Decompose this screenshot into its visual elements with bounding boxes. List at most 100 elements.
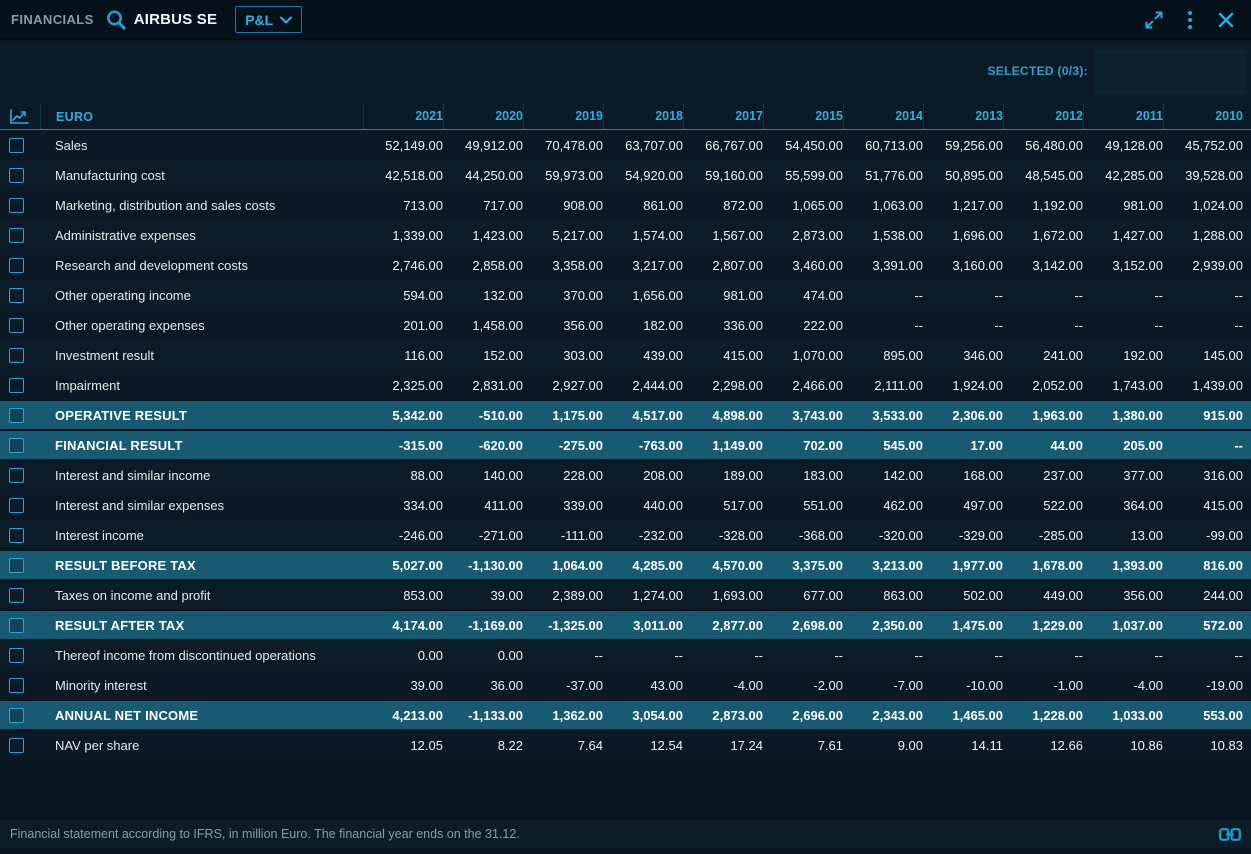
row-checkbox[interactable] (9, 618, 24, 633)
row-checkbox[interactable] (9, 408, 24, 423)
table-header-row: EURO 20212020201920182017201520142013201… (0, 104, 1251, 130)
column-header-2011[interactable]: 2011 (1083, 104, 1163, 129)
table-row[interactable]: Other operating income594.00132.00370.00… (0, 280, 1251, 310)
cell-value: 377.00 (1083, 468, 1163, 483)
row-checkbox[interactable] (9, 138, 24, 153)
table-row[interactable]: Research and development costs2,746.002,… (0, 250, 1251, 280)
table-row[interactable]: Interest income-246.00-271.00-111.00-232… (0, 520, 1251, 550)
cell-value: 370.00 (523, 288, 603, 303)
row-checkbox[interactable] (9, 558, 24, 573)
row-checkbox[interactable] (9, 288, 24, 303)
cell-value: 364.00 (1083, 498, 1163, 513)
table-row[interactable]: Sales52,149.0049,912.0070,478.0063,707.0… (0, 130, 1251, 160)
table-row[interactable]: Interest and similar income88.00140.0022… (0, 460, 1251, 490)
link-button[interactable] (1219, 828, 1241, 841)
cell-value: 3,533.00 (843, 408, 923, 423)
cell-value: 1,672.00 (1003, 228, 1083, 243)
selected-items-slot[interactable] (1095, 50, 1247, 94)
table-row[interactable]: Investment result116.00152.00303.00439.0… (0, 340, 1251, 370)
row-checkbox[interactable] (9, 468, 24, 483)
table-row[interactable]: Marketing, distribution and sales costs7… (0, 190, 1251, 220)
cell-value: 502.00 (923, 588, 1003, 603)
column-header-2017[interactable]: 2017 (683, 104, 763, 129)
row-checkbox[interactable] (9, 258, 24, 273)
table-row[interactable]: RESULT BEFORE TAX5,027.00-1,130.001,064.… (0, 550, 1251, 580)
cell-value: 0.00 (363, 648, 443, 663)
cell-value: 4,517.00 (603, 408, 683, 423)
row-checkbox[interactable] (9, 378, 24, 393)
row-checkbox[interactable] (9, 198, 24, 213)
row-checkbox[interactable] (9, 738, 24, 753)
cell-value: 497.00 (923, 498, 1003, 513)
cell-value: 36.00 (443, 678, 523, 693)
column-header-2020[interactable]: 2020 (443, 104, 523, 129)
search-button[interactable] (103, 7, 129, 33)
table-row[interactable]: Manufacturing cost42,518.0044,250.0059,9… (0, 160, 1251, 190)
cell-value: 1,458.00 (443, 318, 523, 333)
cell-value: 1,033.00 (1083, 708, 1163, 723)
table-row[interactable]: OPERATIVE RESULT5,342.00-510.001,175.004… (0, 400, 1251, 430)
column-header-2015[interactable]: 2015 (763, 104, 843, 129)
row-checkbox[interactable] (9, 708, 24, 723)
row-checkbox[interactable] (9, 318, 24, 333)
cell-value: 182.00 (603, 318, 683, 333)
table-row[interactable]: FINANCIAL RESULT-315.00-620.00-275.00-76… (0, 430, 1251, 460)
column-header-2021[interactable]: 2021 (363, 104, 443, 129)
cell-value: 1,743.00 (1083, 378, 1163, 393)
cell-value: -2.00 (763, 678, 843, 693)
row-checkbox[interactable] (9, 348, 24, 363)
table-row[interactable]: Other operating expenses201.001,458.0035… (0, 310, 1251, 340)
cell-value: 63,707.00 (603, 138, 683, 153)
chart-toggle[interactable] (0, 104, 40, 129)
table-row[interactable]: ANNUAL NET INCOME4,213.00-1,133.001,362.… (0, 700, 1251, 730)
column-header-2018[interactable]: 2018 (603, 104, 683, 129)
column-header-2013[interactable]: 2013 (923, 104, 1003, 129)
table-row[interactable]: Taxes on income and profit853.0039.002,3… (0, 580, 1251, 610)
row-checkbox[interactable] (9, 228, 24, 243)
column-header-2019[interactable]: 2019 (523, 104, 603, 129)
column-header-2014[interactable]: 2014 (843, 104, 923, 129)
cell-value: 12.54 (603, 738, 683, 753)
row-label: Sales (40, 130, 363, 160)
cell-value: 4,570.00 (683, 558, 763, 573)
row-checkbox[interactable] (9, 648, 24, 663)
row-checkbox[interactable] (9, 588, 24, 603)
checkbox-cell (0, 130, 40, 160)
cell-value: -620.00 (443, 438, 523, 453)
cell-value: 142.00 (843, 468, 923, 483)
table-row[interactable]: Administrative expenses1,339.001,423.005… (0, 220, 1251, 250)
cell-value: 702.00 (763, 438, 843, 453)
table-row[interactable]: NAV per share12.058.227.6412.5417.247.61… (0, 730, 1251, 760)
cell-value: -- (683, 648, 763, 663)
row-checkbox[interactable] (9, 498, 24, 513)
cell-value: 3,160.00 (923, 258, 1003, 273)
checkbox-cell (0, 401, 40, 429)
row-checkbox[interactable] (9, 528, 24, 543)
table-row[interactable]: Minority interest39.0036.00-37.0043.00-4… (0, 670, 1251, 700)
expand-button[interactable] (1141, 7, 1167, 33)
table-row[interactable]: RESULT AFTER TAX4,174.00-1,169.00-1,325.… (0, 610, 1251, 640)
cell-value: -4.00 (683, 678, 763, 693)
row-label: Minority interest (40, 670, 363, 700)
row-checkbox[interactable] (9, 678, 24, 693)
row-checkbox[interactable] (9, 438, 24, 453)
cell-value: 52,149.00 (363, 138, 443, 153)
checkbox-cell (0, 580, 40, 610)
cell-value: 981.00 (1083, 198, 1163, 213)
table-row[interactable]: Interest and similar expenses334.00411.0… (0, 490, 1251, 520)
table-row[interactable]: Impairment2,325.002,831.002,927.002,444.… (0, 370, 1251, 400)
row-checkbox[interactable] (9, 168, 24, 183)
statement-type-dropdown[interactable]: P&L (235, 6, 302, 33)
close-button[interactable] (1213, 7, 1239, 33)
cell-value: 10.86 (1083, 738, 1163, 753)
cell-value: 152.00 (443, 348, 523, 363)
currency-column-header[interactable]: EURO (40, 104, 363, 129)
cell-value: 70,478.00 (523, 138, 603, 153)
cell-value: -- (523, 648, 603, 663)
column-header-2012[interactable]: 2012 (1003, 104, 1083, 129)
statement-type-value: P&L (245, 12, 273, 28)
menu-button[interactable] (1177, 7, 1203, 33)
cell-value: 1,070.00 (763, 348, 843, 363)
column-header-2010[interactable]: 2010 (1163, 104, 1243, 129)
table-row[interactable]: Thereof income from discontinued operati… (0, 640, 1251, 670)
